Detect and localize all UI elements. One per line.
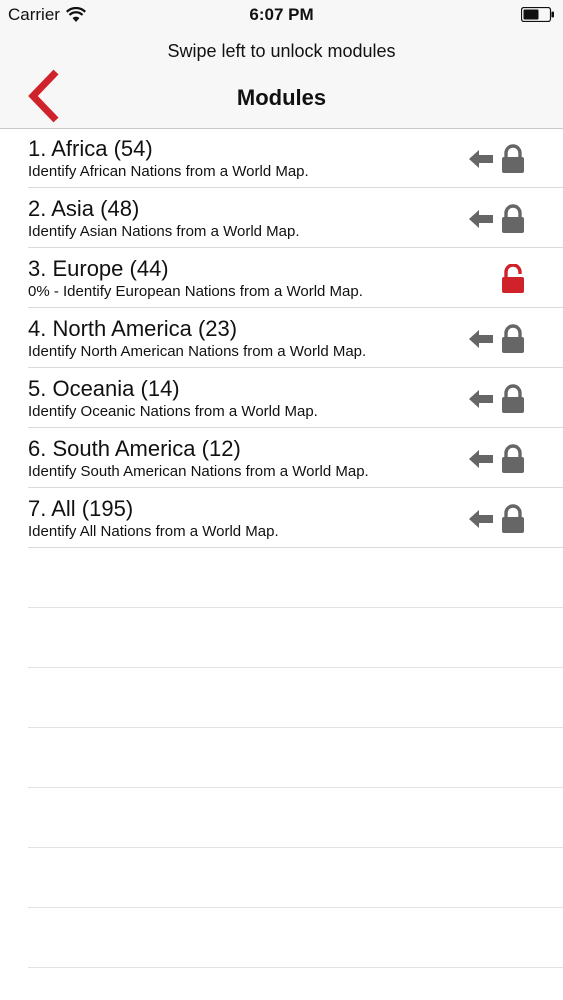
module-subtitle: Identify Asian Nations from a World Map. (28, 223, 300, 240)
module-row[interactable]: 5. Oceania (14) Identify Oceanic Nations … (28, 368, 563, 428)
module-subtitle: 0% - Identify European Nations from a Wo… (28, 283, 363, 300)
row-status-icons (469, 444, 529, 474)
module-title: 5. Oceania (14) (28, 376, 180, 401)
module-title: 1. Africa (54) (28, 136, 153, 161)
empty-row (28, 548, 563, 608)
module-row[interactable]: 3. Europe (44) 0% - Identify European Nat… (28, 248, 563, 308)
empty-row (28, 668, 563, 728)
module-row[interactable]: 2. Asia (48) Identify Asian Nations from … (28, 188, 563, 248)
empty-row (28, 848, 563, 908)
unlock-hint: Swipe left to unlock modules (167, 41, 396, 61)
module-subtitle: Identify North American Nations from a W… (28, 343, 367, 360)
swipe-left-arrow-icon (469, 150, 493, 168)
empty-row (28, 908, 563, 968)
row-status-icons (469, 144, 529, 174)
module-row[interactable]: 6. South America (12) Identify South Amer… (28, 428, 563, 488)
swipe-left-arrow-icon (469, 390, 493, 408)
swipe-left-arrow-icon (469, 330, 493, 348)
module-row[interactable]: 7. All (195) Identify All Nations from a … (28, 488, 563, 548)
lock-closed-icon (502, 204, 524, 233)
status-bar: Carrier 6:07 PM (0, 0, 563, 30)
lock-closed-icon (502, 444, 524, 473)
navigation-header: Carrier 6:07 PM Swipe left to unlock mod… (0, 0, 563, 129)
module-title: 6. South America (12) (28, 436, 241, 461)
row-status-icons (469, 504, 529, 534)
module-title: 2. Asia (48) (28, 196, 140, 221)
module-row[interactable]: 4. North America (23) Identify North Amer… (28, 308, 563, 368)
row-status-icons (469, 384, 529, 414)
row-status-icons (469, 324, 529, 354)
lock-closed-icon (502, 504, 524, 533)
lock-closed-icon (502, 384, 524, 413)
module-title: 7. All (195) (28, 496, 134, 521)
empty-row (28, 608, 563, 668)
module-title: 3. Europe (44) (28, 256, 169, 281)
page-title: Modules (236, 85, 327, 110)
modules-list: 1. Africa (54) Identify African Nations f… (0, 128, 563, 968)
module-title: 4. North America (23) (28, 316, 238, 341)
row-status-icons (469, 264, 529, 294)
lock-open-icon (502, 264, 524, 293)
battery-icon (521, 7, 554, 22)
swipe-left-arrow-icon (469, 210, 493, 228)
lock-closed-icon (502, 144, 524, 173)
row-status-icons (469, 204, 529, 234)
module-subtitle: Identify Oceanic Nations from a World Ma… (28, 403, 318, 420)
module-row[interactable]: 1. Africa (54) Identify African Nations f… (28, 128, 563, 188)
module-subtitle: Identify South American Nations from a W… (28, 463, 369, 480)
empty-row (28, 788, 563, 848)
swipe-left-arrow-icon (469, 510, 493, 528)
swipe-left-arrow-icon (469, 450, 493, 468)
lock-closed-icon (502, 324, 524, 353)
empty-rows (0, 548, 563, 968)
empty-row (28, 728, 563, 788)
status-time: 6:07 PM (249, 5, 314, 24)
module-subtitle: Identify African Nations from a World Ma… (28, 163, 309, 180)
module-subtitle: Identify All Nations from a World Map. (28, 523, 279, 540)
